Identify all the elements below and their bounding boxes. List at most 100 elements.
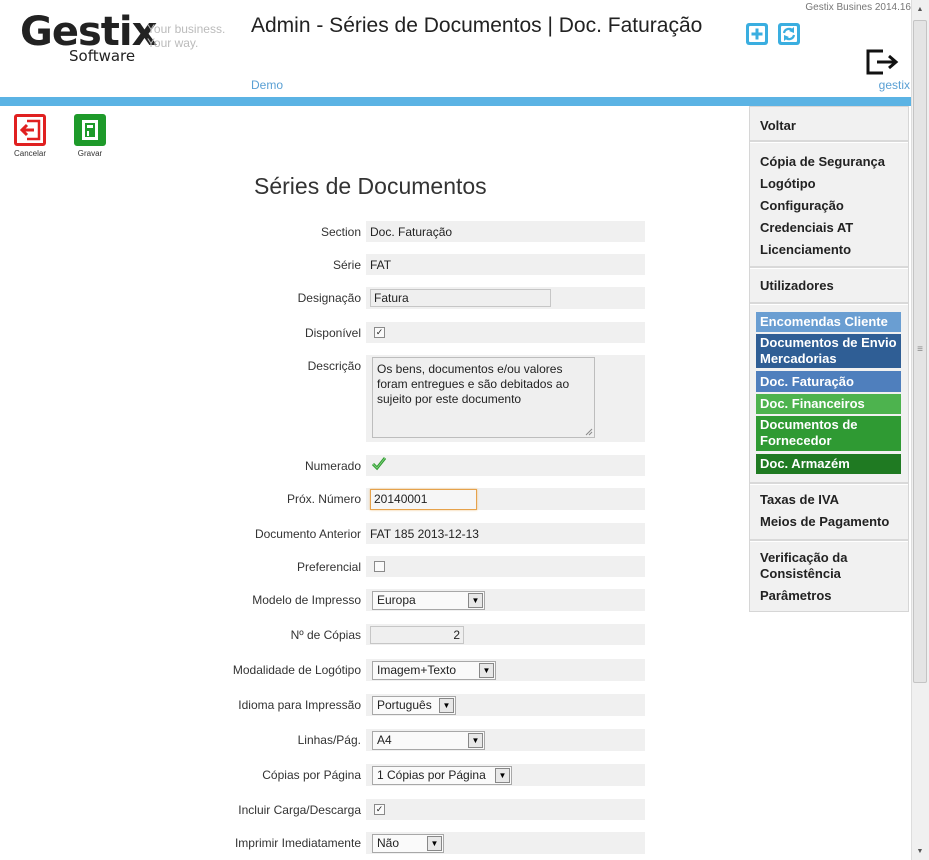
linhas-pag-row: A4 ▼ (366, 729, 645, 751)
doc-anterior-value: FAT 185 2013-12-13 (370, 527, 479, 541)
prox-numero-input[interactable]: 20140001 (370, 489, 477, 510)
doc-anterior-label: Documento Anterior (254, 527, 361, 541)
save-button[interactable]: Gravar (72, 114, 108, 160)
form-title: Séries de Documentos (254, 173, 487, 199)
idioma-impressao-label: Idioma para Impressão (238, 698, 361, 712)
modelo-impresso-row: Europa ▼ (366, 589, 645, 611)
serie-label: Série (332, 258, 361, 272)
linhas-pag-label: Linhas/Pág. (297, 733, 361, 747)
save-label: Gravar (77, 149, 103, 158)
copias-pagina-label: Cópias por Página (262, 768, 361, 782)
cancel-icon (14, 114, 46, 146)
cancel-label: Cancelar (13, 149, 46, 158)
modalidade-logotipo-select[interactable]: Imagem+Texto ▼ (372, 661, 496, 680)
numerado-row (366, 455, 645, 476)
sidebar-item-copia-seguranca[interactable]: Cópia de Segurança (760, 154, 885, 170)
incluir-carga-label: Incluir Carga/Descarga (238, 803, 361, 817)
sidebar-item-armazem[interactable]: Doc. Armazém (756, 454, 901, 474)
sidebar-divider (750, 539, 908, 542)
copias-pagina-value: 1 Cópias por Página (377, 768, 486, 782)
modelo-impresso-label: Modelo de Impresso (252, 593, 361, 607)
sidebar-item-voltar[interactable]: Voltar (760, 118, 796, 134)
designacao-row: Fatura (366, 287, 645, 309)
idioma-impressao-row: Português ▼ (366, 694, 645, 716)
refresh-icon[interactable] (777, 22, 801, 46)
section-value: Doc. Faturação (370, 225, 453, 239)
imprimir-imediat-row: Não ▼ (366, 832, 645, 854)
disponivel-checkbox[interactable]: ✓ (374, 327, 385, 338)
sidebar-item-configuracao[interactable]: Configuração (760, 198, 844, 214)
disponivel-label: Disponível (304, 326, 361, 340)
num-copias-input[interactable]: 2 (370, 626, 464, 644)
descricao-text: Os bens, documentos e/ou valores foram e… (377, 362, 570, 406)
chevron-down-icon: ▼ (479, 663, 494, 678)
sidebar-item-documentos-envio[interactable]: Documentos de Envio Mercadorias (756, 334, 901, 368)
preferencial-label: Preferencial (296, 560, 361, 574)
linhas-pag-value: A4 (377, 733, 392, 747)
descricao-textarea[interactable]: Os bens, documentos e/ou valores foram e… (372, 357, 595, 438)
sidebar: Voltar Cópia de Segurança Logótipo Confi… (749, 106, 909, 612)
company-link[interactable]: Demo (251, 78, 283, 92)
incluir-carga-checkbox[interactable]: ✓ (374, 804, 385, 815)
sidebar-item-verificacao[interactable]: Verificação da Consistência (760, 550, 847, 582)
modalidade-logotipo-value: Imagem+Texto (377, 663, 457, 677)
tagline-line-1: Your business. (147, 22, 226, 36)
logout-icon[interactable] (865, 48, 901, 76)
save-icon (74, 114, 106, 146)
chevron-down-icon: ▼ (468, 593, 483, 608)
sidebar-item-credenciais[interactable]: Credenciais AT (760, 220, 853, 236)
designacao-input[interactable]: Fatura (370, 289, 551, 307)
header-accent-bar (0, 97, 911, 106)
prox-numero-label: Próx. Número (286, 492, 361, 506)
scroll-up-arrow-icon[interactable]: ▲ (914, 4, 926, 16)
sidebar-item-verificacao-line-1: Verificação da (760, 550, 848, 565)
modalidade-logotipo-row: Imagem+Texto ▼ (366, 659, 645, 681)
sidebar-divider (750, 266, 908, 269)
sidebar-divider (750, 302, 908, 305)
chevron-down-icon: ▼ (439, 698, 454, 713)
section-label: Section (320, 225, 361, 239)
sidebar-item-fornecedor-line-1: Documentos de (760, 417, 858, 432)
chevron-down-icon: ▼ (427, 836, 442, 851)
preferencial-row (366, 556, 645, 577)
idioma-impressao-select[interactable]: Português ▼ (372, 696, 456, 715)
sidebar-item-utilizadores[interactable]: Utilizadores (760, 278, 834, 294)
sidebar-item-envio-line-1: Documentos de Envio (760, 335, 897, 350)
modelo-impresso-value: Europa (377, 593, 416, 607)
section-row: Doc. Faturação (366, 221, 645, 242)
linhas-pag-select[interactable]: A4 ▼ (372, 731, 485, 750)
chevron-down-icon: ▼ (468, 733, 483, 748)
add-icon[interactable] (745, 22, 769, 46)
resize-grip-icon[interactable] (585, 428, 593, 436)
sidebar-item-encomendas[interactable]: Encomendas Cliente (756, 312, 901, 332)
sidebar-item-taxas-iva[interactable]: Taxas de IVA (760, 492, 839, 508)
sidebar-item-parametros[interactable]: Parâmetros (760, 588, 832, 604)
logo-software: Software (69, 47, 136, 65)
modelo-impresso-select[interactable]: Europa ▼ (372, 591, 485, 610)
numerado-checkmark-icon (372, 457, 386, 471)
sidebar-item-logotipo[interactable]: Logótipo (760, 176, 816, 192)
idioma-impressao-value: Português (377, 698, 432, 712)
sidebar-item-fornecedor-line-2: Fornecedor (760, 433, 832, 448)
modalidade-logotipo-label: Modalidade de Logótipo (232, 663, 361, 677)
copias-pagina-select[interactable]: 1 Cópias por Página ▼ (372, 766, 512, 785)
sidebar-item-fornecedor[interactable]: Documentos de Fornecedor (756, 416, 901, 451)
user-link[interactable]: gestix (879, 78, 910, 92)
sidebar-item-meios-pagamento[interactable]: Meios de Pagamento (760, 514, 889, 530)
doc-anterior-row: FAT 185 2013-12-13 (366, 523, 645, 544)
numerado-label: Numerado (304, 459, 361, 473)
designacao-label: Designação (297, 291, 361, 305)
sidebar-item-financeiros[interactable]: Doc. Financeiros (756, 394, 901, 414)
cancel-button[interactable]: Cancelar (12, 114, 48, 160)
tagline-line-2: Your way. (147, 36, 199, 50)
imprimir-imediat-select[interactable]: Não ▼ (372, 834, 444, 853)
descricao-row: Os bens, documentos e/ou valores foram e… (366, 355, 645, 442)
scroll-down-arrow-icon[interactable]: ▼ (914, 846, 926, 858)
prox-numero-row: 20140001 (366, 488, 645, 510)
imprimir-imediat-value: Não (377, 836, 400, 850)
page-title: Admin - Séries de Documentos | Doc. Fatu… (251, 14, 703, 37)
num-copias-label: Nº de Cópias (290, 628, 361, 642)
preferencial-checkbox[interactable] (374, 561, 385, 572)
sidebar-item-faturacao[interactable]: Doc. Faturação (756, 371, 901, 392)
sidebar-item-licenciamento[interactable]: Licenciamento (760, 242, 851, 258)
